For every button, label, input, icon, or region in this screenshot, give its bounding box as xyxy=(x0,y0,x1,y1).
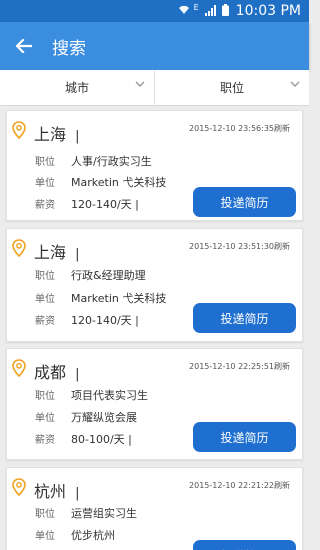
filter-bar: 城市 职位 xyxy=(0,70,309,106)
job-city: 成都 | xyxy=(34,363,80,382)
wifi-icon xyxy=(178,5,190,17)
back-button[interactable] xyxy=(0,22,48,70)
job-company-row: 单位 Marketin 弋关科技 xyxy=(35,292,167,305)
job-card[interactable]: 上海 | 2015-12-10 23:56:35刷新 职位 人事/行政实习生 单位… xyxy=(6,110,303,221)
job-posted-time: 2015-12-10 22:21:22刷新 xyxy=(189,481,290,490)
app-bar: 搜索 xyxy=(0,22,309,70)
job-posted-time: 2015-12-10 23:56:35刷新 xyxy=(189,124,290,133)
job-company-row: 单位 Marketin 弋关科技 xyxy=(35,176,167,189)
job-salary-row: 薪资 120-140/天 | xyxy=(35,198,139,211)
job-company-row: 单位 万耀纵览会展 xyxy=(35,411,137,424)
job-company: 优步杭州 xyxy=(71,529,115,542)
job-company: 万耀纵览会展 xyxy=(71,411,137,424)
position-filter-label: 职位 xyxy=(219,81,244,95)
job-salary-row: 薪资 120-140/天 | xyxy=(35,314,139,327)
job-position: 行政&经理助理 xyxy=(71,269,146,282)
job-salary: 80-100/天 | xyxy=(71,433,132,446)
page-title: 搜索 xyxy=(52,38,86,59)
status-bar: E 10:03 PM xyxy=(0,0,309,22)
signal-icon xyxy=(204,4,216,18)
city-filter-dropdown[interactable]: 城市 xyxy=(0,70,154,105)
job-company-row: 单位 优步杭州 xyxy=(35,529,115,542)
chevron-down-icon xyxy=(290,81,300,87)
job-card[interactable]: 上海 | 2015-12-10 23:51:30刷新 职位 行政&经理助理 单位 M… xyxy=(6,228,303,342)
job-position: 运营组实习生 xyxy=(71,507,137,520)
apply-resume-button[interactable]: 投递简历 xyxy=(193,187,296,217)
arrow-left-icon xyxy=(16,39,32,53)
job-salary-row: 薪资 80-100/天 | xyxy=(35,433,132,446)
job-position-row: 职位 人事/行政实习生 xyxy=(35,155,152,168)
job-city: 上海 | xyxy=(34,243,80,262)
job-position: 人事/行政实习生 xyxy=(71,155,152,168)
clock-time: 10:03 PM xyxy=(235,3,301,19)
job-city: 杭州 | xyxy=(34,482,80,501)
city-filter-label: 城市 xyxy=(64,81,89,95)
job-company: Marketin 弋关科技 xyxy=(71,292,167,305)
location-pin-icon xyxy=(12,478,26,496)
job-card[interactable]: 杭州 | 2015-12-10 22:21:22刷新 职位 运营组实习生 单位 优步… xyxy=(6,467,303,550)
job-salary: 120-140/天 | xyxy=(71,314,139,327)
chevron-down-icon xyxy=(135,81,145,87)
network-type-label: E xyxy=(193,3,199,12)
position-filter-dropdown[interactable]: 职位 xyxy=(154,70,309,105)
job-position-row: 职位 行政&经理助理 xyxy=(35,269,146,282)
job-city: 上海 | xyxy=(34,125,80,144)
job-position-row: 职位 项目代表实习生 xyxy=(35,389,148,402)
job-position-row: 职位 运营组实习生 xyxy=(35,507,137,520)
job-card[interactable]: 成都 | 2015-12-10 22:25:51刷新 职位 项目代表实习生 单位万… xyxy=(6,348,303,460)
location-pin-icon xyxy=(12,239,26,257)
location-pin-icon xyxy=(12,121,26,139)
battery-icon xyxy=(221,4,229,18)
apply-resume-button[interactable]: 投递简历 xyxy=(193,303,296,333)
job-company: Marketin 弋关科技 xyxy=(71,176,167,189)
location-pin-icon xyxy=(12,359,26,377)
job-salary: 120-140/天 | xyxy=(71,198,139,211)
apply-resume-button[interactable]: 投递简历 xyxy=(193,422,296,452)
job-position: 项目代表实习生 xyxy=(71,389,148,402)
job-posted-time: 2015-12-10 23:51:30刷新 xyxy=(189,242,290,251)
job-posted-time: 2015-12-10 22:25:51刷新 xyxy=(189,362,290,371)
apply-resume-button[interactable]: 投递简历 xyxy=(193,540,296,550)
